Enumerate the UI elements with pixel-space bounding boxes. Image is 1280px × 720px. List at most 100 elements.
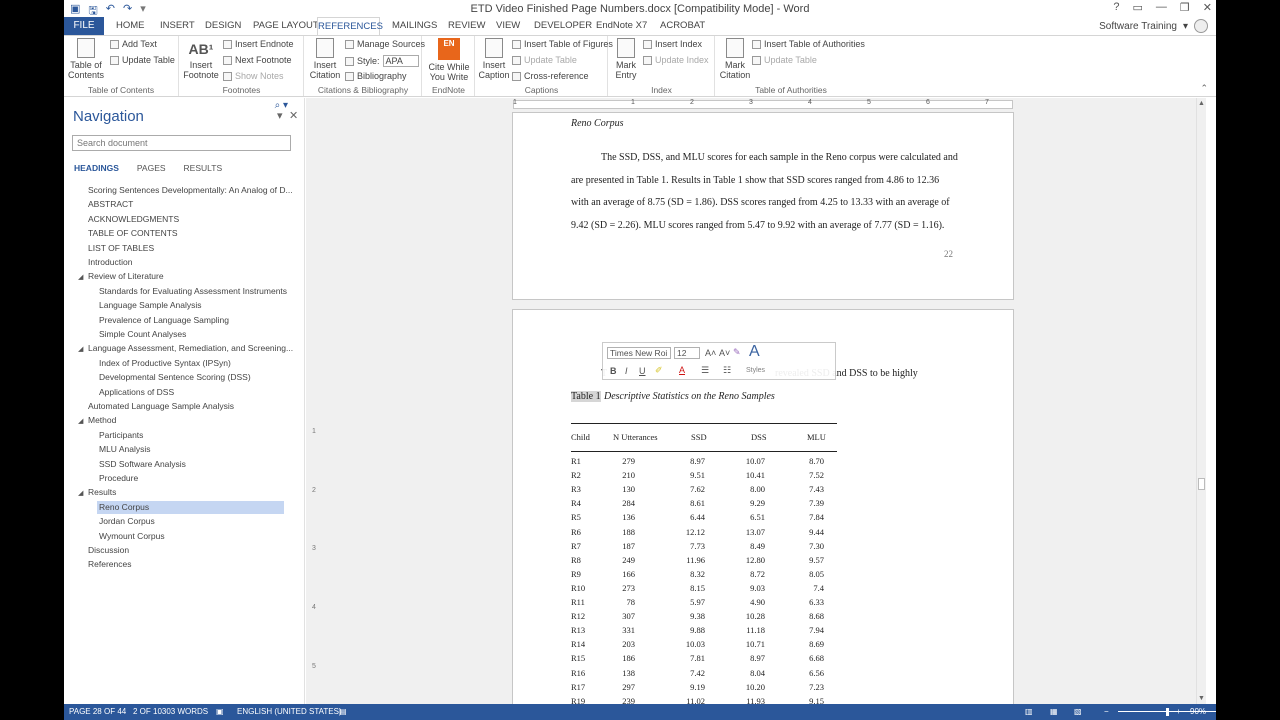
- tab-acrobat[interactable]: ACROBAT: [660, 17, 705, 35]
- tab-pages[interactable]: PAGES: [137, 163, 166, 173]
- collapse-ribbon-icon[interactable]: ⌃: [1200, 83, 1208, 94]
- search-input[interactable]: Search document: [72, 135, 291, 151]
- font-size-select[interactable]: 12: [674, 347, 700, 359]
- insert-table-of-figures-button[interactable]: Insert Table of Figures: [512, 39, 613, 49]
- bullets-icon[interactable]: ☰: [701, 365, 709, 376]
- cross-reference-button[interactable]: Cross-reference: [512, 71, 589, 81]
- tab-review[interactable]: REVIEW: [448, 17, 485, 35]
- insert-caption-button[interactable]: Insert Caption: [478, 38, 510, 80]
- tab-page-layout[interactable]: PAGE LAYOUT: [253, 17, 319, 35]
- tab-developer[interactable]: DEVELOPER: [534, 17, 592, 35]
- shrink-font-icon[interactable]: A˅: [719, 348, 730, 358]
- show-notes-button[interactable]: Show Notes: [223, 71, 284, 81]
- styles-icon[interactable]: A: [749, 343, 760, 361]
- caption-label[interactable]: Table 1: [571, 391, 601, 402]
- style-select[interactable]: APA: [382, 55, 419, 67]
- close-icon[interactable]: ✕: [1203, 1, 1212, 14]
- proofing-icon[interactable]: ▣: [216, 707, 224, 716]
- format-painter-icon[interactable]: ✎: [733, 347, 741, 358]
- insert-table-of-authorities-button[interactable]: Insert Table of Authorities: [752, 39, 865, 49]
- nav-heading[interactable]: MLU Analysis: [97, 443, 151, 456]
- page-indicator[interactable]: PAGE 28 OF 44: [69, 707, 126, 716]
- collapse-heading-icon[interactable]: ◢: [78, 273, 83, 281]
- manage-sources-button[interactable]: Manage Sources: [345, 39, 425, 49]
- insert-endnote-button[interactable]: Insert Endnote: [223, 39, 294, 49]
- zoom-in-button[interactable]: +: [1176, 707, 1181, 716]
- nav-heading[interactable]: Developmental Sentence Scoring (DSS): [97, 371, 251, 384]
- zoom-out-button[interactable]: −: [1104, 707, 1109, 716]
- vertical-scrollbar[interactable]: ▲ ▼: [1196, 98, 1206, 704]
- tab-results[interactable]: RESULTS: [184, 163, 223, 173]
- nav-heading[interactable]: Automated Language Sample Analysis: [86, 400, 234, 413]
- tab-design[interactable]: DESIGN: [205, 17, 241, 35]
- nav-heading[interactable]: Simple Count Analyses: [97, 328, 186, 341]
- mark-citation-button[interactable]: Mark Citation: [718, 38, 752, 80]
- tab-endnote[interactable]: EndNote X7: [596, 17, 647, 35]
- nav-heading[interactable]: Wymount Corpus: [97, 530, 165, 543]
- nav-heading[interactable]: Procedure: [97, 472, 138, 485]
- user-account[interactable]: Software Training ▾: [1099, 19, 1208, 33]
- nav-heading[interactable]: References: [86, 558, 131, 571]
- insert-citation-button[interactable]: Insert Citation: [307, 38, 343, 80]
- mark-entry-button[interactable]: Mark Entry: [611, 38, 641, 80]
- font-color-icon[interactable]: A: [679, 365, 685, 375]
- nav-heading[interactable]: Participants: [97, 429, 143, 442]
- cite-while-you-write-button[interactable]: EN Cite While You Write: [427, 38, 471, 82]
- nav-heading[interactable]: Results: [86, 486, 116, 499]
- macro-record-icon[interactable]: ▤: [339, 707, 347, 716]
- language-indicator[interactable]: ENGLISH (UNITED STATES): [237, 707, 342, 716]
- search-icon[interactable]: ⌕ ▾: [275, 100, 288, 111]
- tab-mailings[interactable]: MAILINGS: [392, 17, 437, 35]
- collapse-heading-icon[interactable]: ◢: [78, 345, 83, 353]
- nav-heading[interactable]: SSD Software Analysis: [97, 458, 186, 471]
- nav-heading[interactable]: Applications of DSS: [97, 386, 174, 399]
- insert-footnote-button[interactable]: AB¹ Insert Footnote: [182, 38, 220, 80]
- font-select[interactable]: Times New Roi: [607, 347, 671, 359]
- ribbon-display-icon[interactable]: ▭: [1133, 1, 1143, 14]
- next-footnote-button[interactable]: Next Footnote: [223, 55, 292, 65]
- nav-heading[interactable]: Reno Corpus: [97, 500, 284, 514]
- tab-insert[interactable]: INSERT: [160, 17, 195, 35]
- vertical-ruler[interactable]: 1 2 3 4 5: [310, 112, 320, 704]
- nav-heading[interactable]: TABLE OF CONTENTS: [86, 227, 178, 240]
- style-dropdown[interactable]: Style: APA: [345, 55, 419, 67]
- tab-references[interactable]: REFERENCES: [317, 17, 383, 35]
- nav-heading[interactable]: Language Assessment, Remediation, and Sc…: [86, 342, 293, 355]
- tab-headings[interactable]: HEADINGS: [74, 163, 119, 173]
- tab-view[interactable]: VIEW: [496, 17, 520, 35]
- nav-heading[interactable]: Language Sample Analysis: [97, 299, 202, 312]
- grow-font-icon[interactable]: A˄: [705, 348, 716, 358]
- nav-heading[interactable]: Method: [86, 414, 116, 427]
- word-count[interactable]: 2 OF 10303 WORDS: [133, 707, 208, 716]
- read-mode-icon[interactable]: ▥: [1025, 707, 1033, 716]
- collapse-heading-icon[interactable]: ◢: [78, 489, 83, 497]
- scroll-up-icon[interactable]: ▲: [1198, 100, 1205, 107]
- nav-heading[interactable]: Review of Literature: [86, 270, 164, 283]
- numbering-icon[interactable]: ☷: [723, 365, 731, 376]
- minimize-icon[interactable]: —: [1156, 1, 1167, 14]
- insert-index-button[interactable]: Insert Index: [643, 39, 702, 49]
- nav-heading[interactable]: LIST OF TABLES: [86, 242, 154, 255]
- underline-button[interactable]: U: [639, 366, 646, 376]
- tab-file[interactable]: FILE: [64, 17, 104, 35]
- nav-heading[interactable]: Index of Productive Syntax (IPSyn): [97, 357, 231, 370]
- update-table-authorities-button[interactable]: Update Table: [752, 55, 817, 65]
- zoom-slider-thumb[interactable]: [1165, 708, 1169, 716]
- document-page[interactable]: Reno Corpus The SSD, DSS, and MLU scores…: [512, 112, 1014, 300]
- collapse-heading-icon[interactable]: ◢: [78, 417, 83, 425]
- update-table-figures-button[interactable]: Update Table: [512, 55, 577, 65]
- nav-heading[interactable]: Discussion: [86, 544, 129, 557]
- nav-heading[interactable]: Introduction: [86, 256, 132, 269]
- bibliography-button[interactable]: Bibliography: [345, 71, 407, 81]
- help-icon[interactable]: ?: [1113, 1, 1119, 14]
- add-text-button[interactable]: Add Text: [110, 39, 157, 49]
- nav-heading[interactable]: Scoring Sentences Developmentally: An An…: [86, 184, 293, 197]
- print-layout-icon[interactable]: ▦: [1050, 707, 1058, 716]
- restore-icon[interactable]: ❐: [1180, 1, 1190, 14]
- close-pane-icon[interactable]: ✕: [289, 109, 298, 122]
- nav-heading[interactable]: ACKNOWLEDGMENTS: [86, 213, 179, 226]
- nav-heading[interactable]: Standards for Evaluating Assessment Inst…: [97, 285, 287, 298]
- italic-button[interactable]: I: [625, 366, 628, 376]
- bold-button[interactable]: B: [610, 366, 617, 376]
- scrollbar-thumb[interactable]: [1198, 478, 1205, 490]
